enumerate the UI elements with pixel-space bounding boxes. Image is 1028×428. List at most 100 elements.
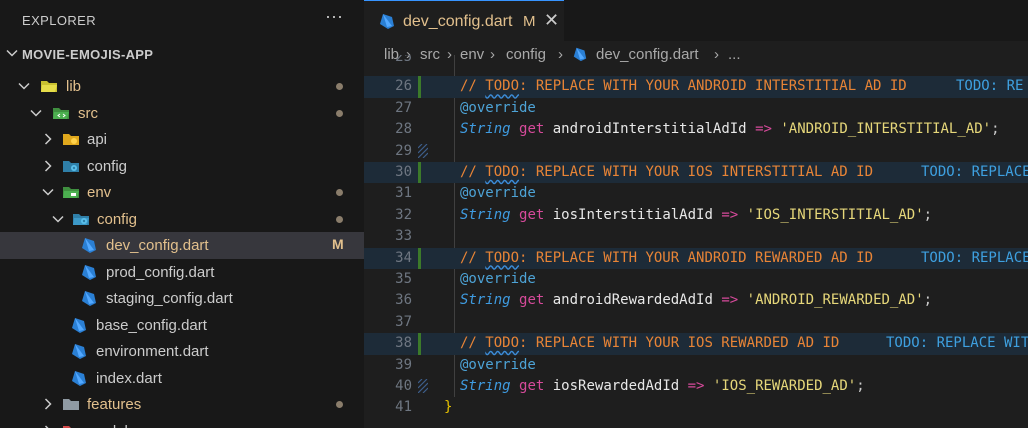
get-keyword: get bbox=[519, 121, 545, 138]
tree-item-features[interactable]: features bbox=[0, 391, 364, 418]
modified-dot bbox=[336, 401, 343, 408]
code-text: String get iosInterstitialAdId => 'IOS_I… bbox=[460, 207, 932, 223]
tab-modified-badge: M bbox=[523, 13, 536, 30]
code-line: 33 bbox=[364, 226, 1028, 248]
folder-api-icon bbox=[63, 134, 79, 145]
line-number: 29 bbox=[395, 142, 412, 159]
string-literal: 'ANDROID_REWARDED_AD' bbox=[746, 292, 924, 309]
code-line: 39 @override bbox=[364, 354, 1028, 376]
code-line: 37 bbox=[364, 311, 1028, 334]
code-line: 40 String get iosRewardedAdId => 'IOS_RE… bbox=[364, 376, 1028, 398]
line-number: 35 bbox=[395, 271, 412, 287]
getter-name: androidRewardedAdId bbox=[552, 292, 713, 309]
comment-text: : REPLACE WITH YOUR ANDROID INTERSTITIAL… bbox=[519, 78, 907, 95]
tree-item-label: index.dart bbox=[96, 369, 162, 387]
chevron-right-icon bbox=[44, 133, 52, 145]
code-text: // TODO: REPLACE WITH YOUR ANDROID REWAR… bbox=[460, 250, 873, 266]
line-number: 30 bbox=[395, 164, 412, 180]
tree-item-label: environment.dart bbox=[96, 343, 209, 360]
arrow-operator: => bbox=[721, 292, 739, 309]
folder-environment-icon bbox=[63, 187, 79, 198]
modified-dot bbox=[336, 109, 343, 117]
dart-file-icon bbox=[82, 291, 96, 306]
arrow-operator: => bbox=[755, 121, 772, 138]
line-number: 25 bbox=[395, 55, 412, 65]
close-icon[interactable]: ✕ bbox=[544, 10, 559, 31]
git-modified-marker bbox=[418, 76, 421, 98]
explorer-title: EXPLORER bbox=[22, 13, 97, 28]
arrow-operator: => bbox=[687, 378, 705, 394]
tree-item-base-config-dart[interactable]: base_config.dart bbox=[0, 312, 364, 339]
todo-keyword: TODO bbox=[485, 249, 520, 266]
indent-guide bbox=[454, 204, 455, 227]
code-line: 29 bbox=[364, 140, 1028, 162]
dart-file-icon bbox=[72, 317, 86, 333]
line-number: 37 bbox=[395, 313, 412, 330]
code-line: 28 String get androidInterstitialAdId =>… bbox=[364, 119, 1028, 141]
tree-item-environment-dart[interactable]: environment.dart bbox=[0, 338, 364, 365]
code-line: 35 @override bbox=[364, 269, 1028, 291]
tree-item-env[interactable]: env bbox=[0, 179, 364, 206]
chevron-right-icon bbox=[44, 424, 50, 428]
code-line: 34 // TODO: REPLACE WITH YOUR ANDROID RE… bbox=[364, 247, 1028, 269]
code-text: // TODO: REPLACE WITH YOUR IOS INTERSTIT… bbox=[460, 164, 873, 180]
tree-item-models[interactable]: models bbox=[0, 418, 364, 428]
tree-item-src[interactable]: src bbox=[0, 100, 364, 127]
getter-name: iosInterstitialAdId bbox=[552, 206, 713, 223]
semicolon: ; bbox=[856, 378, 865, 394]
tab-dev-config-dart[interactable]: dev_config.dart M ✕ bbox=[364, 0, 564, 41]
line-number: 41 bbox=[395, 399, 412, 416]
arrow-operator: => bbox=[721, 206, 739, 223]
tree-item-env-config[interactable]: config bbox=[0, 206, 364, 233]
tab-label: dev_config.dart bbox=[403, 13, 513, 30]
code-editor[interactable]: 25 26 // TODO: REPLACE WITH YOUR ANDROID… bbox=[364, 55, 1028, 428]
indent-guide bbox=[454, 354, 455, 376]
code-line: 32 String get iosInterstitialAdId => 'IO… bbox=[364, 204, 1028, 227]
chevron-down-icon bbox=[6, 49, 18, 57]
closing-brace: } bbox=[444, 399, 453, 416]
tree-item-api[interactable]: api bbox=[0, 126, 364, 153]
code-line: 31 @override bbox=[364, 183, 1028, 205]
git-modified-marker bbox=[418, 333, 421, 355]
code-line: 27 @override bbox=[364, 97, 1028, 120]
line-number: 38 bbox=[395, 335, 412, 352]
tree-item-config[interactable]: config bbox=[0, 153, 364, 180]
chevron-down-icon bbox=[52, 215, 64, 223]
tree-item-label: api bbox=[87, 131, 108, 148]
dart-file-icon bbox=[82, 238, 96, 253]
code-text: // TODO: REPLACE WITH YOUR IOS REWARDED … bbox=[460, 335, 839, 351]
todo-keyword: TODO bbox=[485, 335, 520, 352]
diff-hatch-icon bbox=[418, 143, 428, 158]
annotation: @override bbox=[460, 356, 536, 373]
tree-item-prod-config-dart[interactable]: prod_config.dart bbox=[0, 259, 364, 286]
chevron-down-icon bbox=[30, 109, 42, 117]
indent-guide bbox=[454, 311, 455, 334]
more-actions-button[interactable]: ··· bbox=[325, 6, 343, 27]
tree-item-lib[interactable]: lib bbox=[0, 73, 364, 100]
modified-dot bbox=[336, 215, 343, 223]
comment-prefix: // bbox=[460, 164, 486, 180]
line-number: 33 bbox=[395, 228, 412, 245]
tree-item-label: config bbox=[97, 210, 138, 228]
code-line: 25 bbox=[364, 55, 1028, 77]
diff-hatch-icon bbox=[418, 379, 428, 393]
todo-keyword: TODO bbox=[485, 164, 520, 180]
indent-guide bbox=[454, 269, 455, 291]
indent-guide bbox=[454, 119, 455, 141]
workspace-root-folder[interactable]: MOVIE-EMOJIS-APP bbox=[0, 42, 364, 68]
file-tree: lib src api config env config dev_config… bbox=[0, 73, 364, 428]
folder-config-open-icon bbox=[73, 213, 89, 225]
comment-text: : REPLACE WITH YOUR IOS REWARDED AD ID bbox=[519, 335, 840, 352]
folder-models-icon bbox=[63, 425, 79, 428]
annotation: @override bbox=[460, 99, 536, 116]
line-number: 26 bbox=[395, 78, 412, 95]
tree-item-label: base_config.dart bbox=[96, 316, 207, 334]
tree-item-dev-config-dart[interactable]: dev_config.dart M bbox=[0, 232, 364, 259]
indent-guide bbox=[454, 183, 455, 205]
tree-item-label: prod_config.dart bbox=[106, 263, 215, 281]
editor-pane: dev_config.dart M ✕ lib › src › env › co… bbox=[364, 0, 1028, 428]
semicolon: ; bbox=[923, 292, 933, 309]
tree-item-index-dart[interactable]: index.dart bbox=[0, 365, 364, 392]
tree-item-staging-config-dart[interactable]: staging_config.dart bbox=[0, 285, 364, 312]
code-text: String get androidInterstitialAdId => 'A… bbox=[460, 121, 1000, 137]
